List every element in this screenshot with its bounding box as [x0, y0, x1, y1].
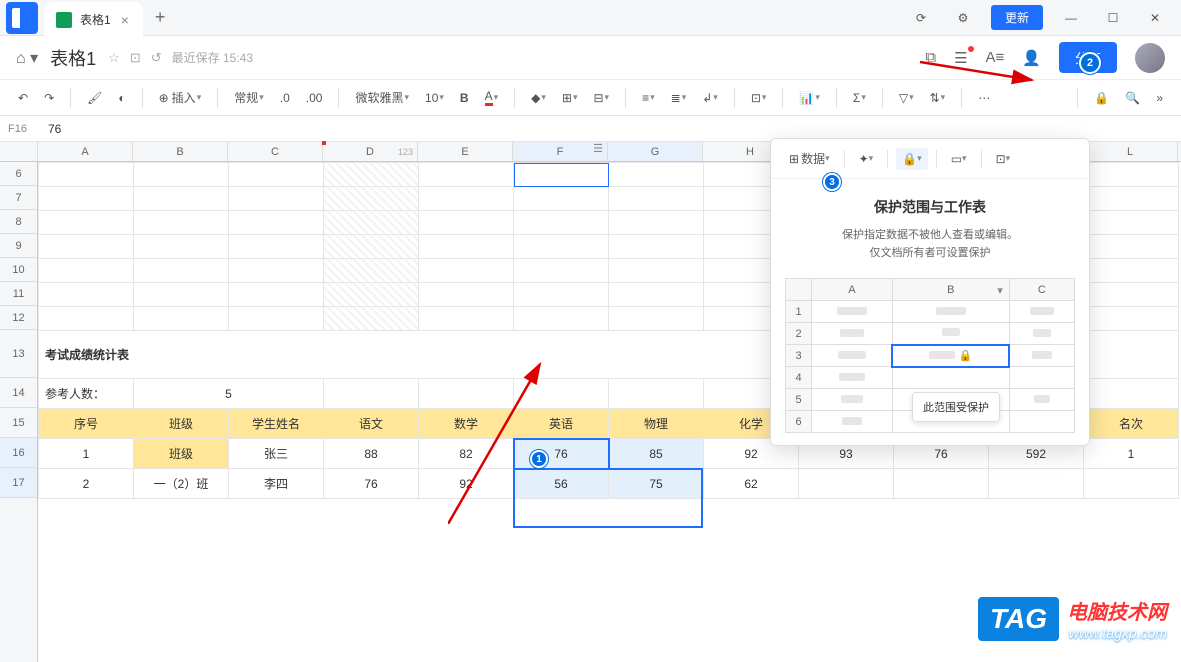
- freeze-button[interactable]: ⊡ ▾: [745, 84, 773, 112]
- format-painter-button[interactable]: 🖌: [81, 84, 108, 112]
- fill-color-button[interactable]: ◆ ▾: [525, 84, 552, 112]
- sync-icon[interactable]: ⟳: [907, 4, 935, 32]
- clear-format-button[interactable]: ◐: [112, 84, 131, 112]
- avatar[interactable]: [1135, 43, 1165, 73]
- link-button[interactable]: ⊡ ▾: [990, 148, 1017, 170]
- borders-button[interactable]: ⊞ ▾: [556, 84, 584, 112]
- row-header[interactable]: 17: [0, 468, 37, 498]
- row-header[interactable]: 11: [0, 282, 37, 306]
- home-icon[interactable]: ⌂ ▾: [16, 48, 38, 68]
- data-menu-button[interactable]: ⊞ 数据 ▾: [783, 146, 836, 171]
- col-header[interactable]: B: [133, 142, 228, 161]
- row-header[interactable]: 14: [0, 378, 37, 408]
- popup-title: 保护范围与工作表: [771, 197, 1089, 217]
- wrap-button[interactable]: ↲ ▾: [696, 84, 724, 112]
- font-color-button[interactable]: A ▾: [479, 84, 505, 112]
- col-header[interactable]: C: [228, 142, 323, 161]
- undo-button[interactable]: ↶: [12, 84, 34, 112]
- star-icon[interactable]: ☆: [108, 50, 120, 66]
- validation-button[interactable]: ✦ ▾: [853, 148, 880, 170]
- ppl-label[interactable]: 参考人数：: [39, 379, 134, 409]
- ppl-value[interactable]: 5: [134, 379, 324, 409]
- tab-label: 表格1: [80, 11, 111, 28]
- search-top-icon[interactable]: 🔍: [1119, 84, 1146, 112]
- align-h-button[interactable]: ≡ ▾: [636, 84, 661, 112]
- row-header[interactable]: 7: [0, 186, 37, 210]
- popup-subtitle-2: 仅文档所有者可设置保护: [771, 245, 1089, 263]
- gear-icon[interactable]: ⚙: [949, 4, 977, 32]
- row-header[interactable]: 15: [0, 408, 37, 438]
- decimal-inc-button[interactable]: .00: [300, 84, 329, 112]
- redo-button[interactable]: ↷: [38, 84, 60, 112]
- more-button[interactable]: ⋯: [972, 84, 996, 112]
- sort-button[interactable]: ⇅ ▾: [924, 84, 952, 112]
- cell-reference[interactable]: F16: [0, 123, 40, 135]
- document-name[interactable]: 表格1: [50, 45, 96, 71]
- lock-top-icon[interactable]: 🔒: [1088, 84, 1115, 112]
- row-header[interactable]: 12: [0, 306, 37, 330]
- col-header[interactable]: G: [608, 142, 703, 161]
- bold-button[interactable]: B: [454, 84, 475, 112]
- row-header[interactable]: 13: [0, 330, 37, 378]
- col-header[interactable]: D123: [323, 142, 418, 161]
- save-time-label: 最近保存 15:43: [172, 49, 253, 66]
- row-header[interactable]: 9: [0, 234, 37, 258]
- font-select[interactable]: 微软雅黑 ▾: [349, 84, 415, 112]
- image-button[interactable]: ▭ ▾: [945, 148, 973, 170]
- protected-tooltip: 此范围受保护: [912, 392, 1000, 422]
- filter-button[interactable]: ▽ ▾: [893, 84, 920, 112]
- folder-icon[interactable]: ⊡: [130, 50, 141, 66]
- merge-button[interactable]: ⊟ ▾: [587, 84, 615, 112]
- callout-2: 2: [1079, 52, 1101, 74]
- watermark: TAG 电脑技术网 www.tagxp.com: [978, 596, 1167, 641]
- col-header[interactable]: F☰: [513, 142, 608, 161]
- sheet-icon: [56, 12, 72, 28]
- close-window-icon[interactable]: ✕: [1141, 4, 1169, 32]
- history-icon[interactable]: ↺: [151, 50, 162, 66]
- callout-3: 3: [823, 173, 841, 191]
- expand-icon[interactable]: »: [1150, 84, 1169, 112]
- lock-icon: 🔒: [959, 350, 973, 362]
- decimal-dec-button[interactable]: .0: [274, 84, 296, 112]
- font-size-select[interactable]: 10 ▾: [419, 84, 450, 112]
- protect-button[interactable]: 🔒 ▾: [896, 148, 927, 170]
- maximize-icon[interactable]: ☐: [1099, 4, 1127, 32]
- row-header[interactable]: 10: [0, 258, 37, 282]
- select-all-corner[interactable]: [0, 142, 38, 161]
- row-header[interactable]: 6: [0, 162, 37, 186]
- document-tab[interactable]: 表格1 ×: [44, 2, 143, 38]
- col-header[interactable]: L: [1083, 142, 1178, 161]
- minimize-icon[interactable]: —: [1057, 4, 1085, 32]
- col-header[interactable]: E: [418, 142, 513, 161]
- app-logo: [6, 2, 38, 34]
- row-header[interactable]: 16: [0, 438, 37, 468]
- add-tab-button[interactable]: +: [143, 7, 178, 28]
- close-icon[interactable]: ×: [119, 12, 131, 28]
- align-v-button[interactable]: ≣ ▾: [665, 84, 693, 112]
- popup-subtitle-1: 保护指定数据不被他人查看或编辑。: [771, 227, 1089, 245]
- chart-button[interactable]: 📊 ▾: [793, 84, 825, 112]
- row-headers: 6 7 8 9 10 11 12 13 14 15 16 17: [0, 162, 38, 662]
- formula-button[interactable]: Σ ▾: [847, 84, 872, 112]
- callout-1: 1: [530, 450, 548, 468]
- number-format-select[interactable]: 常规 ▾: [228, 84, 270, 112]
- insert-button[interactable]: ⊕ 插入 ▾: [153, 84, 208, 112]
- formula-input[interactable]: 76: [40, 122, 1181, 136]
- col-header[interactable]: A: [38, 142, 133, 161]
- row-header[interactable]: 8: [0, 210, 37, 234]
- update-button[interactable]: 更新: [991, 5, 1043, 30]
